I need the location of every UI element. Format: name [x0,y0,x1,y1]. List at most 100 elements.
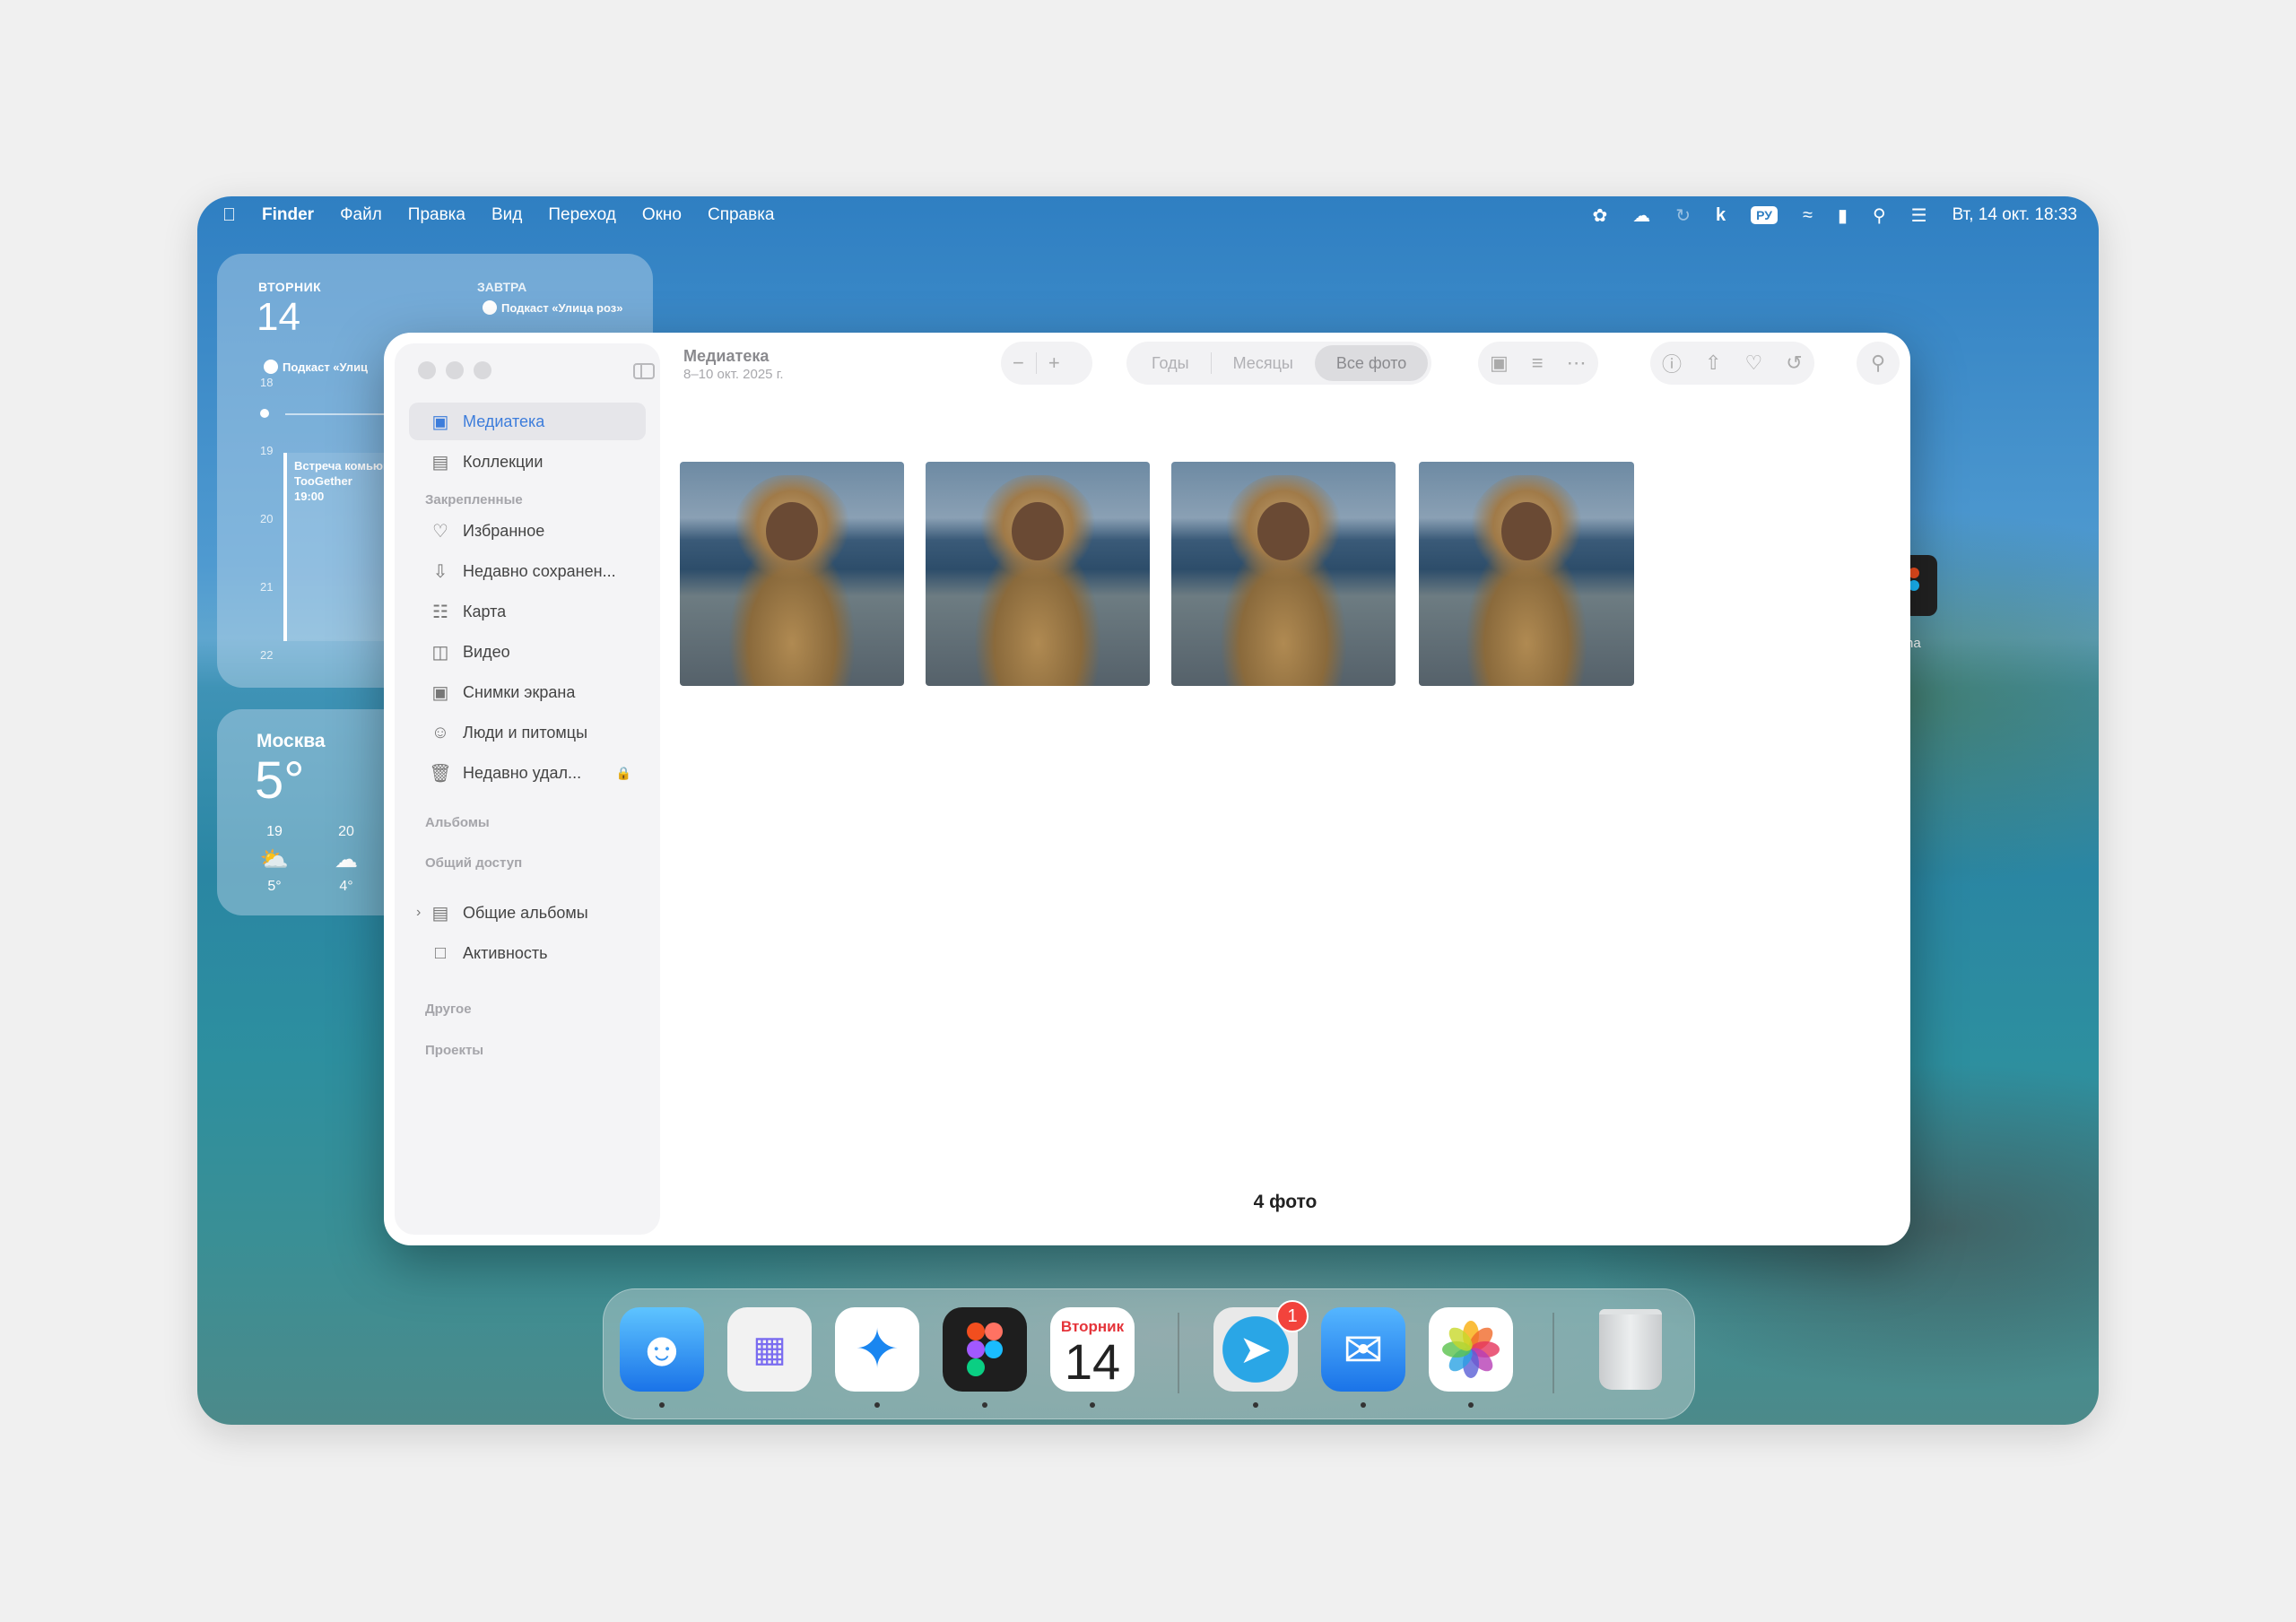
heart-icon[interactable]: ♡ [1733,351,1774,375]
sidebar-item-people[interactable]: ☺ Люди и питомцы [409,714,646,751]
dock-separator [1552,1313,1554,1393]
sidebar-item-screenshots[interactable]: ▣ Снимки экрана [409,673,646,711]
forecast-temp: 4° [339,879,353,894]
menu-go[interactable]: Переход [548,205,615,225]
today-allday-event[interactable]: Подкаст «Улиц [264,360,368,374]
photo-thumbnail[interactable] [1419,462,1634,686]
k-app-icon[interactable]: k [1716,205,1726,226]
control-center-icon[interactable]: ☰ [1911,204,1927,227]
view-segmented-control: Годы Месяцы Все фото [1126,342,1432,385]
photo-subject [720,475,864,686]
menu-help[interactable]: Справка [708,205,775,225]
sidebar-toggle-icon[interactable] [633,363,655,379]
zoom-button[interactable] [474,361,491,379]
menu-file[interactable]: Файл [340,205,382,225]
section-shared[interactable]: Общий доступ [425,855,522,871]
collections-icon: ▤ [431,452,449,473]
activity-icon: □ [434,942,447,963]
finder-icon[interactable]: ☻ [620,1307,704,1392]
current-time-dot [260,409,269,418]
sidebar-item-collections[interactable]: ▤ Коллекции [409,443,646,481]
section-projects[interactable]: Проекты [425,1043,483,1058]
photo-actions-group: ⓘ ⇧ ♡ ↺ [1650,342,1814,385]
running-indicator [982,1402,987,1408]
section-other[interactable]: Другое [425,1002,472,1017]
event-dot-icon [483,300,497,315]
running-indicator [1253,1402,1258,1408]
sidebar-item-recently-deleted[interactable]: 🗑 Недавно удал... 🔒 [409,754,646,792]
sidebar-item-map[interactable]: ☷ Карта [409,593,646,630]
figma-status-icon[interactable]: ✿ [1592,204,1607,227]
menu-view[interactable]: Вид [491,205,522,225]
battery-icon[interactable]: ▮ [1838,204,1848,227]
photo-thumbnail[interactable] [926,462,1150,686]
widget-day-number: 14 [257,295,300,339]
widget-tomorrow-label: ЗАВТРА [477,280,527,294]
hour-label: 20 [260,512,274,525]
event-dot-icon [264,360,278,374]
more-icon[interactable]: ⋯ [1555,351,1598,375]
sync-status-icon[interactable]: ↻ [1675,204,1691,227]
spotlight-search-icon[interactable]: ⚲ [1873,204,1886,227]
launchpad-icon[interactable]: ▦ [727,1307,812,1392]
minimize-button[interactable] [446,361,464,379]
input-language-indicator[interactable]: РУ [1751,206,1778,224]
tomorrow-allday-event[interactable]: Подкаст «Улица роз» [483,300,622,315]
cloud-icon: ☁ [335,846,358,872]
sidebar-item-shared-albums[interactable]: ▤ Общие альбомы [409,894,646,932]
wifi-icon[interactable]: ≈ [1803,205,1813,226]
sidebar-item-video[interactable]: ◫ Видео [409,633,646,671]
sidebar-item-library[interactable]: ▣ Медиатека [409,403,646,440]
apple-logo-icon[interactable]:  [222,205,236,226]
photos-app-icon[interactable] [1429,1307,1513,1392]
close-button[interactable] [418,361,436,379]
sidebar-item-recently-saved[interactable]: ⇩ Недавно сохранен... [409,552,646,590]
recently-saved-icon: ⇩ [432,561,448,582]
info-icon[interactable]: ⓘ [1650,349,1693,377]
sidebar-item-label: Люди и питомцы [463,723,588,742]
photo-subject [1457,475,1596,686]
view-options-group: ▣ ≡ ⋯ [1478,342,1598,385]
menu-window[interactable]: Окно [642,205,682,225]
filter-icon[interactable]: ≡ [1520,351,1555,375]
sidebar-item-label: Медиатека [463,412,545,430]
photo-library-icon: ▣ [431,412,449,432]
zoom-controls: − + [1001,342,1092,385]
sidebar-item-label: Активность [463,943,548,962]
video-icon: ◫ [431,642,449,663]
segment-all-photos[interactable]: Все фото [1314,345,1429,381]
zoom-in-button[interactable]: + [1037,351,1072,375]
forecast-hour: 19 ⛅ 5° [248,824,301,895]
lock-icon: 🔒 [615,765,631,780]
aspect-ratio-icon[interactable]: ▣ [1478,351,1520,375]
mail-icon[interactable]: ✉ [1321,1307,1405,1392]
menu-clock[interactable]: Вт, 14 окт. 18:33 [1952,205,2077,225]
sidebar-item-activity[interactable]: □ Активность [409,934,646,972]
segment-years[interactable]: Годы [1130,345,1211,381]
section-pinned[interactable]: Закрепленные [425,492,523,507]
sidebar-item-favorites[interactable]: ♡ Избранное [409,512,646,550]
section-albums[interactable]: Альбомы [425,815,490,830]
segment-months[interactable]: Месяцы [1212,345,1315,381]
running-indicator [659,1402,665,1408]
cloud-sun-rain-icon: ⛅ [259,846,290,872]
widget-day-label: ВТОРНИК [258,280,322,294]
rotate-icon[interactable]: ↺ [1774,351,1813,375]
share-icon[interactable]: ⇧ [1693,351,1733,375]
menu-bar:  Finder Файл Правка Вид Переход Окно Сп… [197,196,2099,234]
calendar-app-icon[interactable]: Вторник 14 [1050,1307,1135,1392]
notification-badge: 1 [1276,1300,1309,1332]
photos-flower-icon [1442,1321,1500,1378]
cloud-sync-icon[interactable]: ☁ [1632,204,1650,227]
trash-icon[interactable] [1588,1307,1673,1392]
figma-icon[interactable] [943,1307,1027,1392]
sidebar-item-label: Видео [463,642,510,661]
hour-label: 19 [260,444,274,457]
menu-app-name[interactable]: Finder [262,205,314,225]
zoom-out-button[interactable]: − [1001,351,1036,375]
photo-thumbnail[interactable] [680,462,904,686]
photo-thumbnail[interactable] [1171,462,1396,686]
safari-icon[interactable]: ✦ [835,1307,919,1392]
menu-edit[interactable]: Правка [408,205,465,225]
search-icon[interactable]: ⚲ [1871,351,1885,375]
